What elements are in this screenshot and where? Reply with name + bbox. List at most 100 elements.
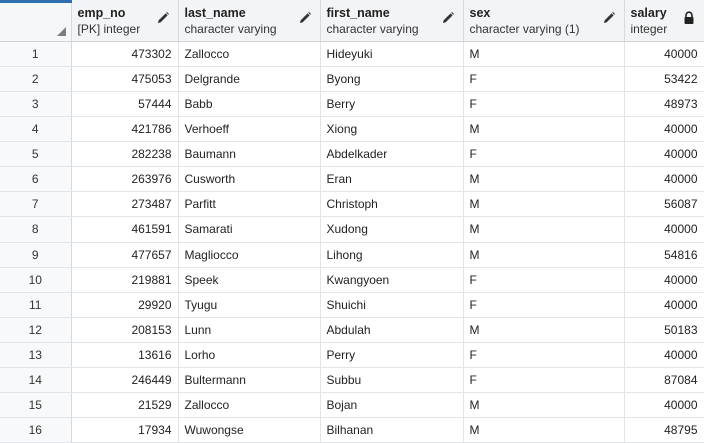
table-row[interactable]: 4 421786 Verhoeff Xiong M 40000 bbox=[0, 116, 704, 143]
cell-first-name[interactable]: Abdulah bbox=[320, 317, 464, 343]
column-header-last-name[interactable]: last_name character varying bbox=[178, 0, 321, 42]
table-row[interactable]: 3 57444 Babb Berry F 48973 bbox=[0, 91, 704, 118]
cell-first-name[interactable]: Abdelkader bbox=[320, 141, 464, 168]
cell-sex[interactable]: F bbox=[463, 141, 625, 168]
cell-first-name[interactable]: Byong bbox=[320, 66, 464, 93]
cell-sex[interactable]: M bbox=[463, 166, 625, 193]
cell-emp-no[interactable]: 29920 bbox=[71, 292, 179, 318]
cell-emp-no[interactable]: 273487 bbox=[71, 191, 179, 218]
cell-last-name[interactable]: Zallocco bbox=[178, 392, 321, 418]
cell-salary[interactable]: 40000 bbox=[624, 166, 704, 193]
cell-salary[interactable]: 40000 bbox=[624, 116, 704, 143]
row-number[interactable]: 1 bbox=[0, 41, 72, 68]
select-all-triangle-icon[interactable] bbox=[56, 27, 66, 36]
cell-last-name[interactable]: Samarati bbox=[178, 216, 321, 243]
cell-first-name[interactable]: Bilhanan bbox=[320, 417, 464, 443]
cell-sex[interactable]: M bbox=[463, 191, 625, 218]
cell-first-name[interactable]: Xiong bbox=[320, 116, 464, 143]
cell-first-name[interactable]: Christoph bbox=[320, 191, 464, 218]
table-row[interactable]: 12 208153 Lunn Abdulah M 50183 bbox=[0, 317, 704, 343]
cell-salary[interactable]: 40000 bbox=[624, 342, 704, 368]
cell-emp-no[interactable]: 282238 bbox=[71, 141, 179, 168]
cell-emp-no[interactable]: 477657 bbox=[71, 242, 179, 268]
cell-emp-no[interactable]: 17934 bbox=[71, 417, 179, 443]
cell-first-name[interactable]: Lihong bbox=[320, 242, 464, 268]
cell-first-name[interactable]: Bojan bbox=[320, 392, 464, 418]
cell-first-name[interactable]: Subbu bbox=[320, 367, 464, 393]
cell-emp-no[interactable]: 263976 bbox=[71, 166, 179, 193]
cell-emp-no[interactable]: 219881 bbox=[71, 267, 179, 293]
row-number[interactable]: 4 bbox=[0, 116, 72, 143]
cell-emp-no[interactable]: 246449 bbox=[71, 367, 179, 393]
row-number[interactable]: 6 bbox=[0, 166, 72, 193]
cell-last-name[interactable]: Zallocco bbox=[178, 41, 321, 68]
cell-last-name[interactable]: Verhoeff bbox=[178, 116, 321, 143]
cell-last-name[interactable]: Baumann bbox=[178, 141, 321, 168]
cell-first-name[interactable]: Eran bbox=[320, 166, 464, 193]
row-number[interactable]: 13 bbox=[0, 342, 72, 368]
cell-salary[interactable]: 87084 bbox=[624, 367, 704, 393]
table-row[interactable]: 5 282238 Baumann Abdelkader F 40000 bbox=[0, 141, 704, 168]
column-header-first-name[interactable]: first_name character varying bbox=[320, 0, 464, 42]
cell-emp-no[interactable]: 461591 bbox=[71, 216, 179, 243]
cell-first-name[interactable]: Shuichi bbox=[320, 292, 464, 318]
cell-salary[interactable]: 40000 bbox=[624, 292, 704, 318]
cell-salary[interactable]: 48795 bbox=[624, 417, 704, 443]
cell-salary[interactable]: 56087 bbox=[624, 191, 704, 218]
cell-last-name[interactable]: Wuwongse bbox=[178, 417, 321, 443]
cell-last-name[interactable]: Magliocco bbox=[178, 242, 321, 268]
pencil-icon[interactable] bbox=[156, 11, 170, 25]
table-row[interactable]: 7 273487 Parfitt Christoph M 56087 bbox=[0, 191, 704, 218]
cell-sex[interactable]: F bbox=[463, 66, 625, 93]
column-header-sex[interactable]: sex character varying (1) bbox=[463, 0, 625, 42]
cell-first-name[interactable]: Berry bbox=[320, 91, 464, 118]
cell-last-name[interactable]: Tyugu bbox=[178, 292, 321, 318]
table-row[interactable]: 8 461591 Samarati Xudong M 40000 bbox=[0, 216, 704, 243]
cell-first-name[interactable]: Xudong bbox=[320, 216, 464, 243]
table-row[interactable]: 11 29920 Tyugu Shuichi F 40000 bbox=[0, 292, 704, 318]
row-number[interactable]: 9 bbox=[0, 242, 72, 268]
table-row[interactable]: 1 473302 Zallocco Hideyuki M 40000 bbox=[0, 41, 704, 68]
cell-salary[interactable]: 40000 bbox=[624, 392, 704, 418]
cell-sex[interactable]: M bbox=[463, 242, 625, 268]
column-header-salary[interactable]: salary integer bbox=[624, 0, 704, 42]
cell-salary[interactable]: 53422 bbox=[624, 66, 704, 93]
cell-last-name[interactable]: Cusworth bbox=[178, 166, 321, 193]
pencil-icon[interactable] bbox=[298, 11, 312, 25]
cell-sex[interactable]: M bbox=[463, 116, 625, 143]
cell-emp-no[interactable]: 421786 bbox=[71, 116, 179, 143]
row-number[interactable]: 12 bbox=[0, 317, 72, 343]
row-number[interactable]: 10 bbox=[0, 267, 72, 293]
table-row[interactable]: 13 13616 Lorho Perry F 40000 bbox=[0, 342, 704, 368]
cell-last-name[interactable]: Babb bbox=[178, 91, 321, 118]
row-number[interactable]: 8 bbox=[0, 216, 72, 243]
cell-sex[interactable]: F bbox=[463, 267, 625, 293]
cell-last-name[interactable]: Lunn bbox=[178, 317, 321, 343]
table-row[interactable]: 2 475053 Delgrande Byong F 53422 bbox=[0, 66, 704, 93]
cell-salary[interactable]: 40000 bbox=[624, 267, 704, 293]
cell-last-name[interactable]: Lorho bbox=[178, 342, 321, 368]
cell-sex[interactable]: M bbox=[463, 41, 625, 68]
row-number[interactable]: 2 bbox=[0, 66, 72, 93]
table-row[interactable]: 6 263976 Cusworth Eran M 40000 bbox=[0, 166, 704, 193]
table-row[interactable]: 14 246449 Bultermann Subbu F 87084 bbox=[0, 367, 704, 393]
cell-emp-no[interactable]: 208153 bbox=[71, 317, 179, 343]
cell-emp-no[interactable]: 13616 bbox=[71, 342, 179, 368]
cell-salary[interactable]: 40000 bbox=[624, 141, 704, 168]
cell-sex[interactable]: M bbox=[463, 317, 625, 343]
table-row[interactable]: 16 17934 Wuwongse Bilhanan M 48795 bbox=[0, 417, 704, 443]
cell-first-name[interactable]: Perry bbox=[320, 342, 464, 368]
cell-salary[interactable]: 40000 bbox=[624, 41, 704, 68]
cell-sex[interactable]: F bbox=[463, 91, 625, 118]
cell-sex[interactable]: F bbox=[463, 342, 625, 368]
pencil-icon[interactable] bbox=[602, 11, 616, 25]
cell-sex[interactable]: F bbox=[463, 292, 625, 318]
cell-last-name[interactable]: Parfitt bbox=[178, 191, 321, 218]
cell-last-name[interactable]: Delgrande bbox=[178, 66, 321, 93]
table-row[interactable]: 10 219881 Speek Kwangyoen F 40000 bbox=[0, 267, 704, 293]
cell-sex[interactable]: M bbox=[463, 392, 625, 418]
cell-sex[interactable]: M bbox=[463, 417, 625, 443]
row-number[interactable]: 15 bbox=[0, 392, 72, 418]
row-number[interactable]: 7 bbox=[0, 191, 72, 218]
row-number[interactable]: 5 bbox=[0, 141, 72, 168]
